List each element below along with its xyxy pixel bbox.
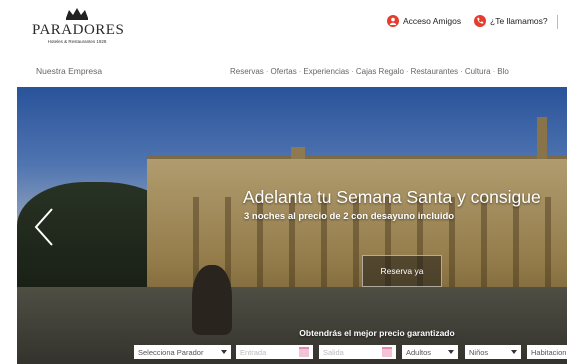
hero-headline: Adelanta tu Semana Santa y consigue — [243, 187, 541, 207]
acceso-amigos-link[interactable]: Acceso Amigos — [387, 15, 461, 27]
acceso-amigos-label: Acceso Amigos — [403, 16, 462, 26]
nav-item-cajas-regalo[interactable]: Cajas Regalo — [356, 67, 404, 76]
hero-banner: Adelanta tu Semana Santa y consigue 3 no… — [17, 87, 567, 364]
nav-item-cultura[interactable]: Cultura — [465, 67, 491, 76]
nav-item-reservas[interactable]: Reservas — [230, 67, 264, 76]
user-icon — [387, 15, 399, 27]
crown-icon — [66, 8, 88, 20]
phone-icon — [474, 15, 486, 27]
nav-menu: Reservas · Ofertas · Experiencias · Cajas Rega… — [230, 67, 509, 76]
ninos-select[interactable]: Niños — [465, 345, 521, 359]
te-llamamos-label: ¿Te llamamos? — [490, 16, 548, 26]
nav-nuestra-empresa[interactable]: Nuestra Empresa — [36, 66, 102, 76]
logo-brand: PARADORES — [32, 22, 125, 38]
nav-item-ofertas[interactable]: Ofertas — [270, 67, 296, 76]
caret-down-icon — [221, 350, 227, 354]
te-llamamos-link[interactable]: ¿Te llamamos? — [474, 15, 548, 27]
adultos-select[interactable]: Adultos — [402, 345, 458, 359]
salida-date-field[interactable]: Salida — [319, 345, 396, 359]
habitaciones-select[interactable]: Habitacion — [527, 345, 567, 359]
paradores-logo[interactable]: PARADORES Hoteles & Restaurantes 1928 — [32, 6, 125, 44]
nav-item-blog[interactable]: Blo — [497, 67, 509, 76]
calendar-icon — [382, 347, 392, 357]
caret-down-icon — [511, 350, 517, 354]
entrada-date-field[interactable]: Entrada — [236, 345, 313, 359]
reserva-ya-button[interactable]: Reserva ya — [362, 255, 442, 287]
divider — [557, 15, 558, 29]
parador-select[interactable]: Selecciona Parador — [134, 345, 231, 359]
caret-down-icon — [448, 350, 454, 354]
calendar-icon — [299, 347, 309, 357]
nav-item-restaurantes[interactable]: Restaurantes — [411, 67, 459, 76]
top-bar: PARADORES Hoteles & Restaurantes 1928 Ac… — [0, 0, 567, 60]
main-nav: Nuestra Empresa Reservas · Ofertas · Experie… — [0, 62, 567, 84]
hero-subheadline: 3 noches al precio de 2 con desayuno inc… — [244, 211, 455, 222]
price-guarantee-note: Obtendrás el mejor precio garantizado — [299, 328, 455, 338]
nav-item-experiencias[interactable]: Experiencias — [303, 67, 349, 76]
logo-tagline: Hoteles & Restaurantes 1928 — [47, 39, 107, 44]
chevron-left-icon[interactable] — [32, 207, 56, 247]
